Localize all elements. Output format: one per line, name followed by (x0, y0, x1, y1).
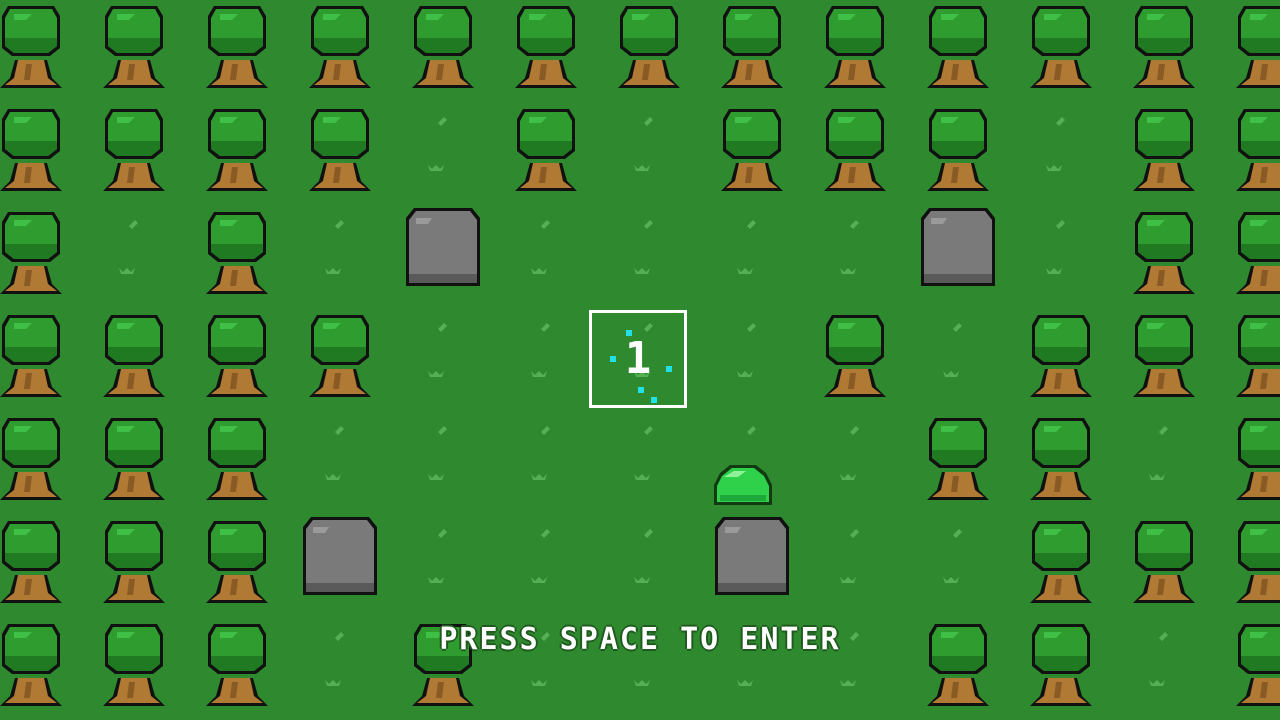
grass-tile (598, 196, 701, 299)
grass-tile (598, 93, 701, 196)
tree-tile (0, 93, 83, 196)
grass-tile (701, 299, 804, 402)
tree-tile (804, 0, 907, 93)
grass-tile (495, 402, 598, 505)
tree-tile (1113, 93, 1216, 196)
boulder-tile (701, 505, 804, 608)
grass-tile (495, 299, 598, 402)
tree-tile (804, 93, 907, 196)
tree-tile (0, 505, 83, 608)
grass-tile (907, 299, 1010, 402)
grass-tile (701, 196, 804, 299)
tree-tile (598, 0, 701, 93)
tree-tile (392, 0, 495, 93)
tree-tile (83, 505, 186, 608)
tree-tile (1010, 505, 1113, 608)
boulder-tile (907, 196, 1010, 299)
grass-tile (392, 93, 495, 196)
portal-level-number: 1 (624, 333, 652, 384)
tree-tile (186, 299, 289, 402)
grass-tile (1010, 93, 1113, 196)
tree-tile (289, 299, 392, 402)
tree-tile (495, 0, 598, 93)
grass-tile (598, 505, 701, 608)
grass-tile (83, 196, 186, 299)
grass-tile (804, 505, 907, 608)
tree-tile (83, 0, 186, 93)
tree-tile (1216, 0, 1280, 93)
tree-tile (701, 0, 804, 93)
tree-tile (186, 196, 289, 299)
tree-tile (0, 402, 83, 505)
tree-tile (701, 93, 804, 196)
level-portal[interactable]: 1 (589, 310, 687, 408)
tree-tile (0, 0, 83, 93)
tree-tile (186, 0, 289, 93)
grass-tile (495, 196, 598, 299)
tree-tile (1010, 0, 1113, 93)
grass-tile (392, 402, 495, 505)
tree-tile (1216, 196, 1280, 299)
grass-tile (1010, 196, 1113, 299)
tree-tile (804, 299, 907, 402)
grass-tile (1113, 402, 1216, 505)
grass-tile (392, 505, 495, 608)
grass-tile (289, 402, 392, 505)
tree-tile (186, 93, 289, 196)
game-stage: 1 PRESS SPACE TO ENTER (0, 0, 1280, 720)
tree-tile (1010, 299, 1113, 402)
tree-tile (1113, 196, 1216, 299)
grass-tile (289, 196, 392, 299)
tree-tile (289, 0, 392, 93)
grass-tile (392, 299, 495, 402)
tree-tile (495, 93, 598, 196)
grass-tile (804, 402, 907, 505)
tree-tile (0, 299, 83, 402)
tree-tile (1113, 0, 1216, 93)
grass-tile (907, 505, 1010, 608)
tree-tile (907, 402, 1010, 505)
boulder-tile (392, 196, 495, 299)
tree-tile (907, 0, 1010, 93)
tree-tile (289, 93, 392, 196)
tree-tile (83, 93, 186, 196)
tree-tile (1113, 505, 1216, 608)
boulder-tile (289, 505, 392, 608)
tree-tile (1216, 299, 1280, 402)
tree-tile (186, 402, 289, 505)
tree-tile (0, 196, 83, 299)
player-slime (714, 465, 772, 505)
tree-tile (83, 402, 186, 505)
grass-tile (598, 402, 701, 505)
enter-prompt: PRESS SPACE TO ENTER (439, 622, 841, 657)
tree-tile (907, 93, 1010, 196)
tree-tile (1010, 402, 1113, 505)
tree-tile (1216, 402, 1280, 505)
tree-tile (186, 505, 289, 608)
grass-tile (804, 196, 907, 299)
tree-tile (83, 299, 186, 402)
tree-tile (1216, 505, 1280, 608)
tree-tile (1216, 93, 1280, 196)
tree-tile (1113, 299, 1216, 402)
grass-tile (495, 505, 598, 608)
